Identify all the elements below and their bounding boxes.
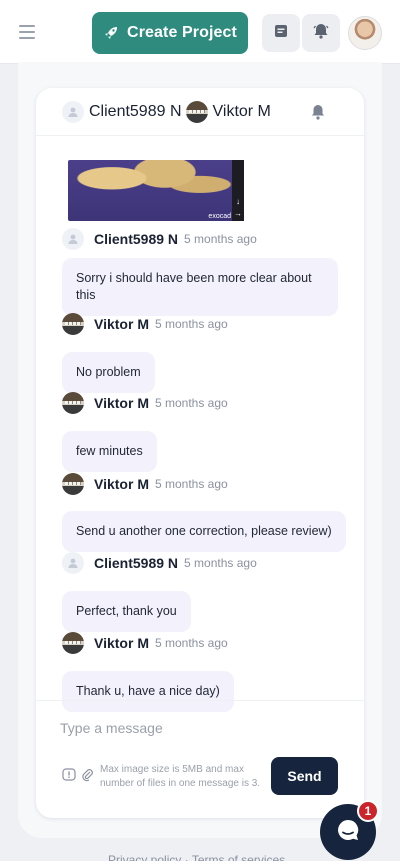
viktor-avatar [62,473,84,495]
message-bubble: few minutes [62,431,157,472]
attachment-label: exocad [208,213,231,220]
client-avatar-icon [62,101,84,123]
chat-bell-icon[interactable] [310,103,326,126]
arrow-right-icon: → [234,209,242,218]
message-meta: Viktor M 5 months ago [62,313,228,335]
client-avatar-icon [62,552,84,574]
message-time: 5 months ago [154,396,228,410]
participant-viktor-name: Viktor M [212,103,271,120]
composer: Max image size is 5MB and max number of … [36,700,364,818]
scan-toolbar: ↓ → [232,160,244,221]
message-meta: Client5989 N 5 months ago [62,552,257,574]
message-input[interactable] [60,717,340,739]
message-author: Viktor M [94,476,149,492]
message-list[interactable]: ↓ → exocad Client5989 N 5 months ago Sor… [36,136,364,748]
message-author: Viktor M [94,316,149,332]
message-bubble: Sorry i should have been more clear abou… [62,258,338,316]
menu-icon[interactable] [19,25,35,39]
message-bubble: Send u another one correction, please re… [62,511,346,552]
message-time: 5 months ago [184,556,257,570]
viktor-avatar [62,313,84,335]
terms-link[interactable]: Terms of services [192,853,285,861]
chat-header: Client5989 N Viktor M [36,88,364,136]
message-time: 5 months ago [154,477,228,491]
notifications-button[interactable] [302,14,340,52]
user-avatar[interactable] [348,16,382,50]
viktor-avatar [62,392,84,414]
message-bubble: Perfect, thank you [62,591,191,632]
message-meta: Viktor M 5 months ago [62,632,228,654]
privacy-link[interactable]: Privacy policy [108,853,181,861]
create-project-button[interactable]: Create Project [92,12,248,54]
chat-card: Client5989 N Viktor M ↓ → exocad Client5… [36,88,364,818]
notes-icon [273,23,289,44]
viktor-avatar [185,101,208,123]
top-bar: Create Project [0,0,400,64]
message-meta: Viktor M 5 months ago [62,392,228,414]
message-bubble: No problem [62,352,155,393]
notes-button[interactable] [262,14,300,52]
message-author: Client5989 N [94,555,179,571]
create-project-label: Create Project [127,24,237,41]
message-meta: Viktor M 5 months ago [62,473,228,495]
client-avatar-icon [62,228,84,250]
upload-hint: Max image size is 5MB and max number of … [100,764,261,789]
send-button[interactable]: Send [271,757,338,795]
bell-icon [312,22,330,45]
message-author: Viktor M [94,395,149,411]
message-time: 5 months ago [154,636,228,650]
message-meta: Client5989 N 5 months ago [62,228,257,250]
message-time: 5 months ago [184,232,257,246]
footer-links: Privacy policy · Terms of services [108,853,285,861]
footer-separator: · [184,853,189,861]
chat-bubble-icon [334,816,362,849]
message-time: 5 months ago [154,317,228,331]
unread-badge: 1 [357,800,379,822]
message-author: Client5989 N [94,231,179,247]
rocket-icon [103,25,119,41]
attachment-scan-image[interactable]: ↓ → exocad [68,160,244,221]
message-author: Viktor M [94,635,149,651]
viktor-avatar [62,632,84,654]
participant-client-name: Client5989 N [89,103,182,120]
attach-icon[interactable] [81,768,93,787]
emoji-icon[interactable] [62,768,76,787]
arrow-down-icon: ↓ [236,197,240,206]
